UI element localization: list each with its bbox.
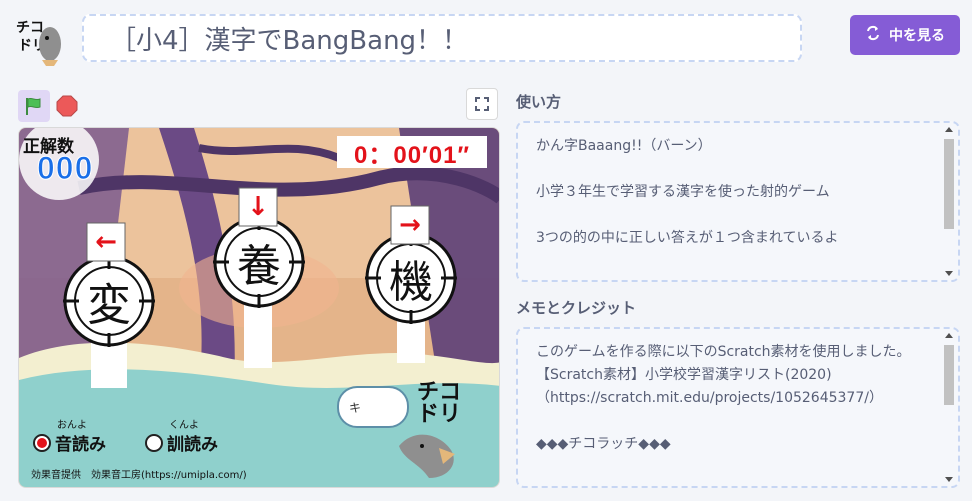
instructions-title: 使い方: [516, 93, 562, 111]
target-char-center: 養: [237, 241, 281, 292]
notes-line: ◆◆◆チコラッチ◆◆◆: [536, 436, 671, 452]
notes-line: [536, 410, 918, 433]
project-title: ［小4］漢字でBangBang！！: [110, 25, 469, 56]
option-kun-yomi-label: 訓読み: [167, 435, 218, 455]
radio-selected-dot: [37, 437, 47, 448]
instructions-line: 3つの的の中に正しい答えが１つ含まれているよ: [536, 230, 839, 246]
scroll-thumb[interactable]: [944, 139, 954, 229]
see-inside-button[interactable]: 中を見る: [850, 15, 960, 55]
see-inside-label: 中を見る: [889, 28, 945, 44]
notes-panel[interactable]: このゲームを作る際に以下のScratch素材を使用しました。 【Scratch素…: [516, 327, 960, 488]
fullscreen-button[interactable]: [466, 88, 498, 120]
brand-logo: チコ ドリ: [417, 380, 462, 427]
game-stage[interactable]: 正解数 000 0：00′01″ 変 養 機 ← ↓ → おんよ 音読み くんよ…: [18, 127, 500, 488]
target-char-right: 機: [389, 257, 433, 308]
arrow-right-icon: →: [399, 210, 421, 240]
speech-bubble: キ: [337, 386, 409, 428]
notes-title: メモとクレジット: [516, 299, 637, 317]
instructions-scrollbar[interactable]: [942, 127, 954, 276]
fullscreen-icon: [475, 97, 489, 111]
scroll-down-icon[interactable]: [945, 271, 953, 276]
stop-button[interactable]: [56, 95, 78, 117]
author-avatar[interactable]: チコ ドリ: [14, 14, 66, 66]
svg-text:チコ: チコ: [16, 20, 44, 36]
scroll-down-icon[interactable]: [945, 477, 953, 482]
instructions-line: かん字Baaang!!（バーン）: [536, 138, 712, 154]
score-value: 000: [36, 150, 94, 187]
timer-display: 0：00′01″: [337, 136, 487, 169]
ruby-on-yomi: おんよ: [57, 420, 87, 431]
scroll-up-icon[interactable]: [945, 333, 953, 338]
scroll-up-icon[interactable]: [945, 127, 953, 132]
option-on-yomi-label: 音読み: [55, 435, 106, 455]
ruby-kun-yomi: くんよ: [169, 420, 199, 431]
sound-credit: 効果音提供 効果音工房(https://umipla.com/): [31, 470, 247, 481]
see-inside-icon: [865, 25, 881, 45]
arrow-down-icon: ↓: [247, 192, 269, 222]
option-on-yomi[interactable]: 音読み: [33, 430, 106, 455]
project-page: チコ ドリ ［小4］漢字でBangBang！！ 中を見る 正解数 000 0：0…: [0, 0, 972, 501]
speech-text: キ: [349, 400, 362, 415]
instructions-line: [536, 204, 918, 227]
notes-line: （https://scratch.mit.edu/projects/105264…: [536, 390, 883, 406]
option-kun-yomi[interactable]: 訓読み: [145, 430, 218, 455]
radio-on-yomi[interactable]: [33, 433, 51, 452]
notes-line: 【Scratch素材】小学校学習漢字リスト(2020): [536, 367, 832, 383]
scroll-thumb[interactable]: [944, 345, 954, 405]
green-flag-button[interactable]: [18, 90, 50, 122]
green-flag-icon: [26, 97, 41, 115]
target-char-left: 変: [87, 280, 131, 331]
notes-line: このゲームを作る際に以下のScratch素材を使用しました。: [536, 344, 911, 360]
project-title-field[interactable]: ［小4］漢字でBangBang！！: [82, 14, 802, 62]
instructions-line: [536, 158, 918, 181]
notes-scrollbar[interactable]: [942, 333, 954, 482]
stop-sign-icon: [56, 95, 78, 117]
instructions-panel[interactable]: かん字Baaang!!（バーン） 小学３年生で学習する漢字を使った射的ゲーム 3…: [516, 121, 960, 282]
radio-kun-yomi[interactable]: [145, 433, 163, 452]
arrow-left-icon: ←: [95, 227, 117, 257]
instructions-line: 小学３年生で学習する漢字を使った射的ゲーム: [536, 184, 830, 200]
